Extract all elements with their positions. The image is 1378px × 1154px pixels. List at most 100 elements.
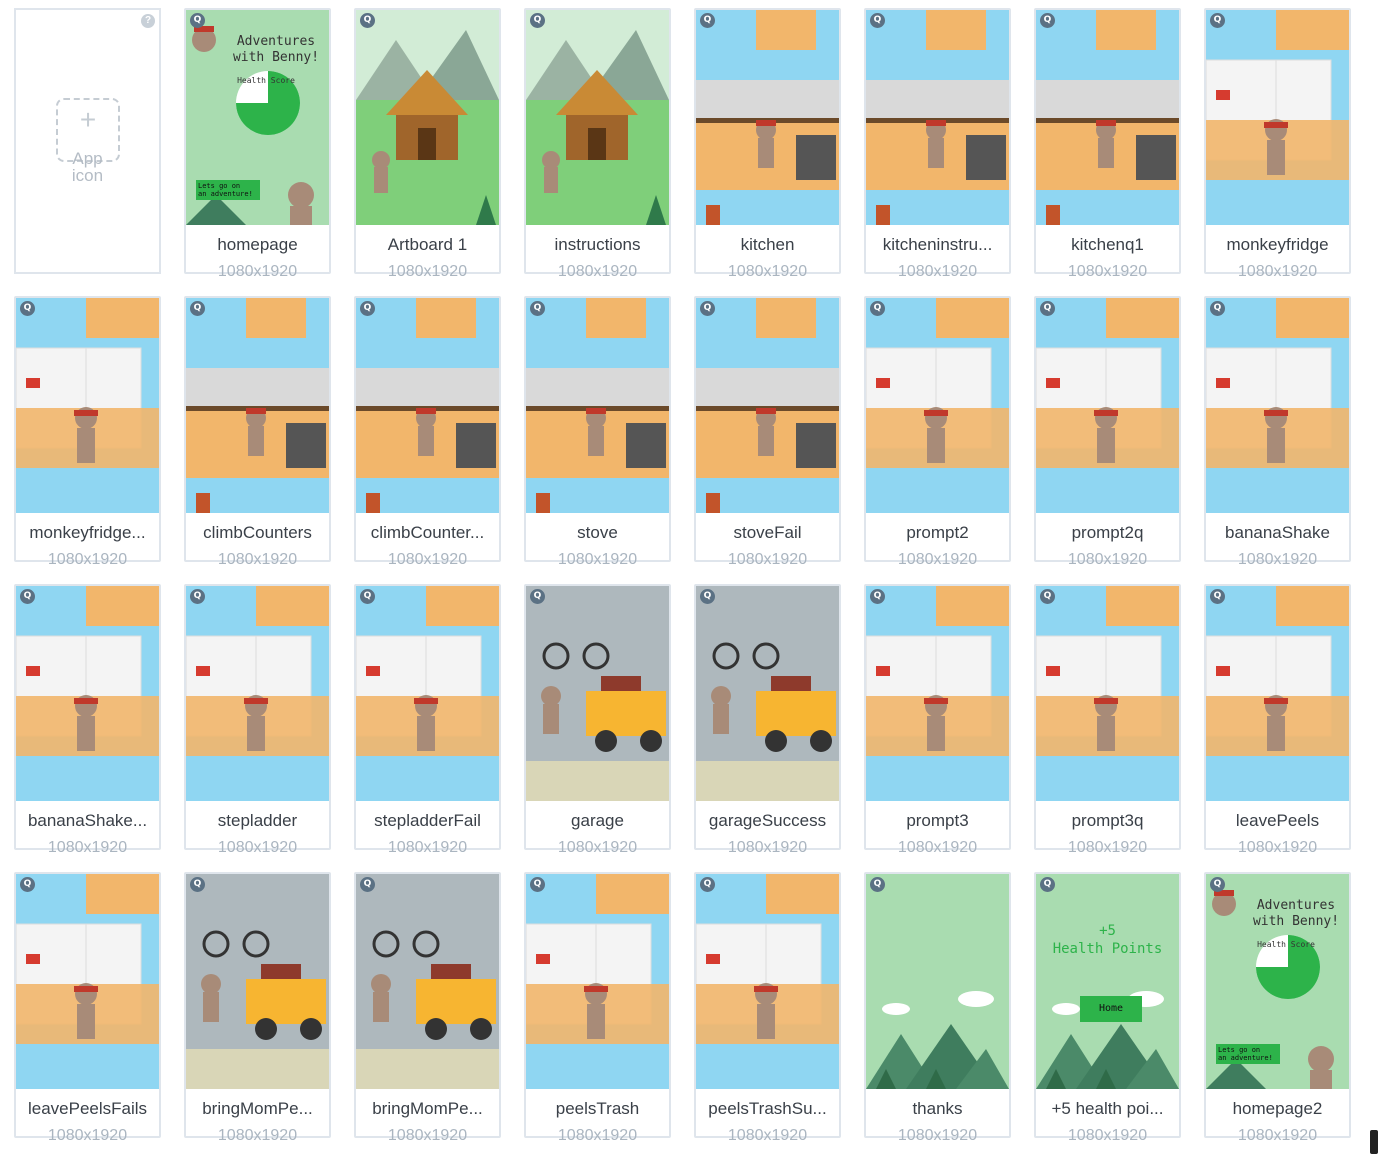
title-line2: with Benny! bbox=[232, 50, 320, 65]
artboard-card[interactable]: Qkitchenq1 1080x1920 bbox=[1034, 8, 1181, 280]
artboard-name: stove bbox=[577, 523, 618, 542]
adventure-line1: Lets go on bbox=[1218, 1046, 1261, 1054]
artboard-thumbnail[interactable] bbox=[696, 586, 839, 801]
artboard-card[interactable]: QstepladderFail 1080x1920 bbox=[354, 584, 501, 856]
q-icon: Q bbox=[1040, 877, 1055, 892]
artboard-thumbnail[interactable] bbox=[356, 298, 499, 513]
artboard-card[interactable]: Qstepladder 1080x1920 bbox=[184, 584, 331, 856]
thumbnail-art bbox=[356, 298, 499, 513]
artboard-card[interactable]: Qgarage 1080x1920 bbox=[524, 584, 671, 856]
artboard-dimensions: 1080x1920 bbox=[557, 839, 638, 856]
artboard-card[interactable]: Qthanks 1080x1920 bbox=[864, 872, 1011, 1144]
artboard-thumbnail[interactable] bbox=[186, 874, 329, 1089]
artboard-card[interactable]: QbananaShake 1080x1920 bbox=[1204, 296, 1351, 568]
thumbnail-art bbox=[526, 874, 669, 1089]
artboard-card[interactable]: Qmonkeyfridge 1080x1920 bbox=[1204, 8, 1351, 280]
artboard-dimensions: 1080x1920 bbox=[897, 839, 978, 856]
artboard-name: leavePeelsFails bbox=[27, 1099, 148, 1118]
artboard-name: stoveFail bbox=[733, 523, 802, 542]
artboard-card[interactable]: QgarageSuccess 1080x1920 bbox=[694, 584, 841, 856]
artboard-thumbnail[interactable] bbox=[526, 10, 669, 225]
artboard-thumbnail[interactable]: Adventures with Benny! Health Score Lets go… bbox=[186, 10, 329, 225]
artboard-card[interactable]: QbringMomPe... 1080x1920 bbox=[354, 872, 501, 1144]
artboard-dimensions: 1080x1920 bbox=[387, 839, 468, 856]
artboard-thumbnail[interactable] bbox=[1206, 298, 1349, 513]
artboard-thumbnail[interactable] bbox=[1036, 586, 1179, 801]
artboard-dimensions: 1080x1920 bbox=[1067, 263, 1148, 280]
artboard-card[interactable]: Qprompt3q 1080x1920 bbox=[1034, 584, 1181, 856]
artboard-thumbnail[interactable] bbox=[1206, 10, 1349, 225]
q-icon: Q bbox=[700, 589, 715, 604]
artboard-thumbnail[interactable] bbox=[186, 586, 329, 801]
artboard-card[interactable]: +5 Health Points Home Q +5 health poi... 1080… bbox=[1034, 872, 1181, 1144]
artboard-dimensions: 1080x1920 bbox=[217, 551, 298, 568]
artboard-thumbnail[interactable] bbox=[16, 298, 159, 513]
artboard-dimensions: 1080x1920 bbox=[387, 263, 468, 280]
artboard-name: climbCounter... bbox=[370, 523, 485, 542]
artboard-thumbnail[interactable] bbox=[356, 10, 499, 225]
artboard-name: instructions bbox=[554, 235, 641, 254]
artboard-thumbnail[interactable] bbox=[696, 10, 839, 225]
artboard-thumbnail[interactable] bbox=[696, 298, 839, 513]
artboard-thumbnail[interactable] bbox=[1036, 10, 1179, 225]
artboard-card[interactable]: QclimbCounters 1080x1920 bbox=[184, 296, 331, 568]
artboard-card[interactable]: Qstove 1080x1920 bbox=[524, 296, 671, 568]
health-score-label: Health Score bbox=[237, 76, 295, 85]
artboard-thumbnail[interactable] bbox=[866, 874, 1009, 1089]
artboard-thumbnail[interactable] bbox=[526, 298, 669, 513]
thumbnail-art bbox=[16, 298, 159, 513]
health-points-line1: +5 bbox=[1099, 923, 1116, 939]
artboard-thumbnail[interactable] bbox=[16, 586, 159, 801]
artboard-thumbnail[interactable] bbox=[186, 298, 329, 513]
artboard-thumbnail[interactable] bbox=[526, 586, 669, 801]
artboard-thumbnail[interactable] bbox=[356, 874, 499, 1089]
artboard-dimensions: 1080x1920 bbox=[557, 1127, 638, 1144]
artboard-card[interactable]: QbananaShake... 1080x1920 bbox=[14, 584, 161, 856]
artboard-card[interactable]: QleavePeels 1080x1920 bbox=[1204, 584, 1351, 856]
artboard-thumbnail[interactable] bbox=[866, 586, 1009, 801]
thumbnail-art bbox=[186, 586, 329, 801]
scrollbar[interactable] bbox=[1370, 1130, 1378, 1154]
artboard-card[interactable]: Adventures with Benny! Health Score Lets go… bbox=[1204, 872, 1351, 1144]
artboard-card[interactable]: QbringMomPe... 1080x1920 bbox=[184, 872, 331, 1144]
artboard-card[interactable]: Qinstructions 1080x1920 bbox=[524, 8, 671, 280]
artboard-card[interactable]: Adventures with Benny! Health Score Lets go… bbox=[184, 8, 331, 280]
artboard-dimensions: 1080x1920 bbox=[387, 1127, 468, 1144]
q-icon: Q bbox=[190, 877, 205, 892]
artboard-thumbnail[interactable] bbox=[1206, 586, 1349, 801]
thumbnail-art bbox=[866, 586, 1009, 801]
title-line2: with Benny! bbox=[1252, 914, 1340, 929]
artboard-thumbnail[interactable] bbox=[526, 874, 669, 1089]
artboard-thumbnail[interactable]: +5 Health Points Home bbox=[1036, 874, 1179, 1089]
artboard-thumbnail[interactable]: Adventures with Benny! Health Score Lets go… bbox=[1206, 874, 1349, 1089]
artboard-card[interactable]: QstoveFail 1080x1920 bbox=[694, 296, 841, 568]
artboard-card[interactable]: Qkitchen 1080x1920 bbox=[694, 8, 841, 280]
artboard-card[interactable]: Qprompt2q 1080x1920 bbox=[1034, 296, 1181, 568]
artboard-card[interactable]: Qprompt2 1080x1920 bbox=[864, 296, 1011, 568]
artboard-thumbnail[interactable] bbox=[356, 586, 499, 801]
artboard-thumbnail[interactable] bbox=[696, 874, 839, 1089]
artboard-card[interactable]: Qprompt3 1080x1920 bbox=[864, 584, 1011, 856]
adventure-button: Lets go on an adventure! bbox=[1216, 1044, 1280, 1064]
artboard-grid: ? + App icon Adventures with Benny! Health… bbox=[14, 8, 1356, 1154]
artboard-card[interactable]: QpeelsTrash 1080x1920 bbox=[524, 872, 671, 1144]
help-icon[interactable]: ? bbox=[141, 14, 155, 28]
artboard-card[interactable]: QleavePeelsFails 1080x1920 bbox=[14, 872, 161, 1144]
artboard-name: Artboard 1 bbox=[387, 235, 468, 254]
artboard-card[interactable]: Qkitcheninstru... 1080x1920 bbox=[864, 8, 1011, 280]
app-icon-card[interactable]: ? + App icon bbox=[14, 8, 161, 274]
artboard-card[interactable]: QclimbCounter... 1080x1920 bbox=[354, 296, 501, 568]
adventure-button: Lets go on an adventure! bbox=[196, 180, 260, 200]
artboard-thumbnail[interactable] bbox=[16, 874, 159, 1089]
q-icon: Q bbox=[700, 877, 715, 892]
artboard-name: prompt3 bbox=[906, 811, 969, 830]
artboard-thumbnail[interactable] bbox=[1036, 298, 1179, 513]
artboard-card[interactable]: Q Artboard 1 1080x1920 bbox=[354, 8, 501, 280]
artboard-card[interactable]: Qmonkeyfridge... 1080x1920 bbox=[14, 296, 161, 568]
artboard-thumbnail[interactable] bbox=[866, 298, 1009, 513]
artboard-thumbnail[interactable] bbox=[866, 10, 1009, 225]
q-icon: Q bbox=[190, 301, 205, 316]
artboard-card[interactable]: QpeelsTrashSu... 1080x1920 bbox=[694, 872, 841, 1144]
thumbnail-art bbox=[696, 586, 839, 801]
artboard-dimensions: 1080x1920 bbox=[1067, 839, 1148, 856]
